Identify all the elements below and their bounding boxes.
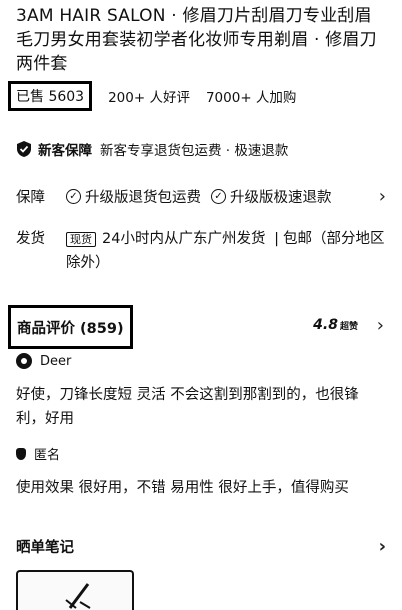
chevron-right-icon[interactable]: › bbox=[379, 536, 386, 557]
new-guarantee-text: 新客专享退货包运费 · 极速退款 bbox=[100, 143, 289, 159]
photo-notes-header[interactable]: 晒单笔记 › bbox=[16, 534, 388, 558]
avatar bbox=[16, 353, 32, 369]
shipping-separator: | bbox=[274, 231, 279, 247]
review-title-box: 商品评价 (859) bbox=[8, 305, 133, 349]
chevron-right-icon[interactable]: › bbox=[379, 186, 386, 207]
good-review-count: 200+ 人好评 bbox=[108, 90, 190, 106]
new-customer-guarantee[interactable]: 新客保障 新客专享退货包运费 · 极速退款 bbox=[16, 137, 288, 161]
check-circle-icon: ✓ bbox=[66, 189, 81, 204]
avatar bbox=[16, 447, 26, 460]
review-score: 4.8 超赞 bbox=[313, 317, 358, 333]
protection-row[interactable]: 保障 ✓ 升级版退货包运费 ✓ 升级版极速退款 › bbox=[16, 186, 388, 207]
shipping-row[interactable]: 发货 现货 24小时内从广东广州发货 | 包邮（部分地区除外） bbox=[16, 227, 388, 275]
review-text: 使用效果 很好用，不错 易用性 很好上手，值得购买 bbox=[16, 480, 349, 496]
review-text: 好使，刀锋长度短 灵活 不会这割到那割到的，也很锋利，好用 bbox=[16, 387, 359, 427]
protection-item: 升级版退货包运费 bbox=[85, 190, 201, 206]
review-score-value: 4.8 bbox=[313, 317, 338, 333]
shipping-text: 24小时内从广东广州发货 bbox=[102, 231, 266, 247]
sold-count-box: 已售 5603 bbox=[8, 81, 93, 111]
review-username: Deer bbox=[40, 353, 72, 369]
sales-stats: 已售 5603 200+ 人好评 7000+ 人加购 bbox=[8, 78, 402, 114]
shield-check-icon bbox=[17, 141, 31, 157]
protection-label: 保障 bbox=[16, 190, 45, 206]
in-stock-tag: 现货 bbox=[66, 232, 96, 247]
review-user: Deer bbox=[16, 353, 71, 369]
review-header[interactable]: 商品评价 (859) 4.8 超赞 › bbox=[8, 305, 388, 349]
review-user: 匿名 bbox=[16, 444, 60, 463]
shipping-label: 发货 bbox=[16, 231, 45, 247]
photo-notes-title: 晒单笔记 bbox=[16, 539, 74, 556]
add-to-cart-count: 7000+ 人加购 bbox=[205, 90, 297, 106]
check-circle-icon: ✓ bbox=[211, 189, 226, 204]
protection-item: 升级版极速退款 bbox=[230, 190, 332, 206]
review-username: 匿名 bbox=[34, 448, 61, 463]
new-guarantee-label: 新客保障 bbox=[38, 143, 92, 159]
sold-count: 已售 5603 bbox=[16, 89, 85, 105]
chevron-right-icon[interactable]: › bbox=[377, 315, 384, 336]
review-title: 商品评价 (859) bbox=[17, 320, 124, 337]
razor-image-icon bbox=[65, 583, 91, 609]
review-score-label: 超赞 bbox=[339, 322, 358, 332]
note-thumbnail[interactable] bbox=[16, 570, 134, 610]
product-title: 3AM HAIR SALON · 修眉刀片刮眉刀专业刮眉毛刀男女用套装初学者化妆… bbox=[16, 6, 377, 74]
